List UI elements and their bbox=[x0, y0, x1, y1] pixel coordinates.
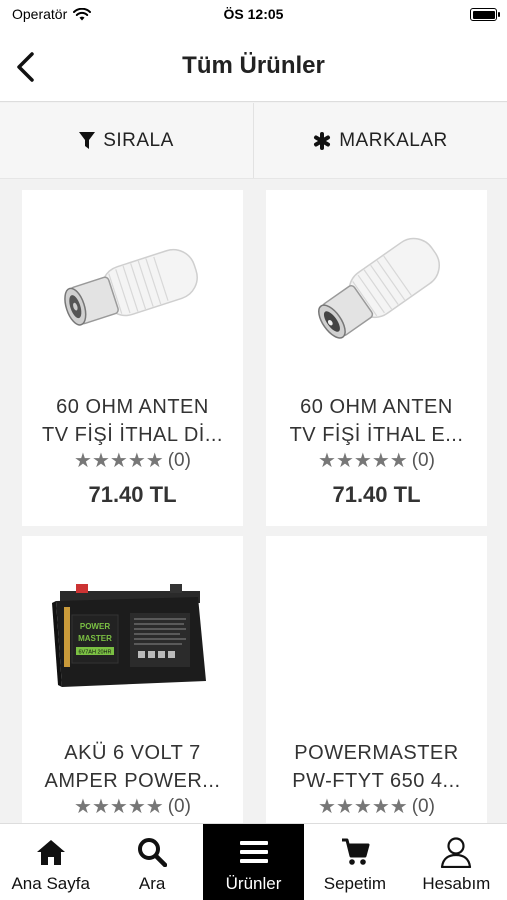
tab-label: Ana Sayfa bbox=[11, 874, 90, 893]
brands-label: MARKALAR bbox=[339, 129, 448, 151]
filter-bar: SIRALA MARKALAR bbox=[0, 103, 507, 179]
tab-label: Sepetim bbox=[323, 874, 387, 893]
tab-cart[interactable]: Sepetim bbox=[304, 824, 405, 900]
sort-button[interactable]: SIRALA bbox=[0, 103, 254, 178]
product-name: AKÜ 6 VOLT 7 AMPER POWER... bbox=[30, 739, 235, 795]
tab-search[interactable]: Ara bbox=[101, 824, 202, 900]
product-name-line: TV FİŞİ İTHAL Dİ... bbox=[41, 424, 223, 446]
product-image bbox=[22, 190, 243, 390]
product-rating: ★★★★★ (0) bbox=[266, 794, 487, 819]
product-name-line: 60 OHM ANTEN bbox=[56, 396, 209, 418]
antenna-connector-image bbox=[317, 237, 440, 339]
cart-icon bbox=[341, 838, 370, 865]
tab-bar: Ana Sayfa Ara Ürünler Sepetim Hesabım bbox=[0, 823, 507, 900]
product-name-line: TV FİŞİ İTHAL E... bbox=[289, 424, 464, 446]
svg-text:6V7AH 20HR: 6V7AH 20HR bbox=[78, 650, 111, 656]
product-name-line: AMPER POWER... bbox=[44, 770, 221, 792]
product-name-line: PW-FTYT 650 4... bbox=[292, 770, 461, 792]
home-icon bbox=[36, 840, 65, 865]
rating-count: (0) bbox=[411, 795, 435, 817]
product-image: POWER MASTER 6V7AH 20HR bbox=[22, 536, 243, 736]
asterisk-icon bbox=[314, 131, 331, 150]
rating-count: (0) bbox=[411, 449, 435, 471]
product-name: 60 OHM ANTEN TV FİŞİ İTHAL Dİ... bbox=[30, 393, 235, 449]
star-rating-icon: ★★★★★ bbox=[318, 450, 408, 472]
svg-text:POWER: POWER bbox=[79, 622, 109, 631]
star-rating-icon: ★★★★★ bbox=[74, 796, 164, 818]
product-grid: 60 OHM ANTEN TV FİŞİ İTHAL Dİ... ★★★★★ (… bbox=[0, 180, 507, 823]
star-rating-icon: ★★★★★ bbox=[74, 450, 164, 472]
product-card[interactable]: POWER MASTER 6V7AH 20HR AKÜ 6 VOLT 7 AMP… bbox=[22, 536, 243, 823]
product-image bbox=[266, 190, 487, 390]
product-name-line: AKÜ 6 VOLT 7 bbox=[64, 742, 201, 764]
product-card[interactable]: 60 OHM ANTEN TV FİŞİ İTHAL Dİ... ★★★★★ (… bbox=[22, 190, 243, 526]
clock: ÖS 12:05 bbox=[223, 6, 284, 22]
sort-label: SIRALA bbox=[103, 129, 174, 151]
user-icon bbox=[441, 837, 472, 868]
search-icon bbox=[138, 838, 168, 867]
navigation-bar: Tüm Ürünler bbox=[0, 30, 507, 102]
product-rating: ★★★★★ (0) bbox=[22, 794, 243, 819]
brands-button[interactable]: MARKALAR bbox=[254, 103, 507, 178]
rating-count: (0) bbox=[167, 795, 191, 817]
tab-products[interactable]: Ürünler bbox=[202, 824, 305, 900]
page-title: Tüm Ürünler bbox=[182, 52, 325, 79]
star-rating-icon: ★★★★★ bbox=[318, 796, 408, 818]
product-card[interactable]: 60 OHM ANTEN TV FİŞİ İTHAL E... ★★★★★ (0… bbox=[266, 190, 487, 526]
tab-home[interactable]: Ana Sayfa bbox=[0, 824, 101, 900]
product-rating: ★★★★★ (0) bbox=[266, 448, 487, 473]
svg-text:MASTER: MASTER bbox=[78, 634, 112, 643]
product-name-line: 60 OHM ANTEN bbox=[300, 396, 453, 418]
battery-icon bbox=[470, 8, 500, 21]
product-price: 71.40 TL bbox=[88, 482, 177, 507]
product-image-placeholder bbox=[266, 536, 487, 736]
product-card[interactable]: POWERMASTER PW-FTYT 650 4... ★★★★★ (0) bbox=[266, 536, 487, 823]
antenna-connector-image bbox=[63, 248, 198, 326]
tab-label: Ürünler bbox=[225, 874, 282, 893]
product-price: 71.40 TL bbox=[332, 482, 421, 507]
rating-count: (0) bbox=[167, 449, 191, 471]
product-name: POWERMASTER PW-FTYT 650 4... bbox=[274, 739, 479, 795]
filter-funnel-icon bbox=[79, 131, 96, 149]
product-name-line: POWERMASTER bbox=[294, 742, 459, 764]
menu-icon bbox=[239, 841, 268, 863]
status-bar: Operatör ÖS 12:05 bbox=[0, 0, 507, 30]
tab-account[interactable]: Hesabım bbox=[406, 824, 507, 900]
battery-image: POWER MASTER 6V7AH 20HR bbox=[51, 584, 206, 687]
product-rating: ★★★★★ (0) bbox=[22, 448, 243, 473]
product-name: 60 OHM ANTEN TV FİŞİ İTHAL E... bbox=[274, 393, 479, 449]
tab-label: Hesabım bbox=[422, 874, 491, 893]
tab-label: Ara bbox=[138, 874, 166, 893]
